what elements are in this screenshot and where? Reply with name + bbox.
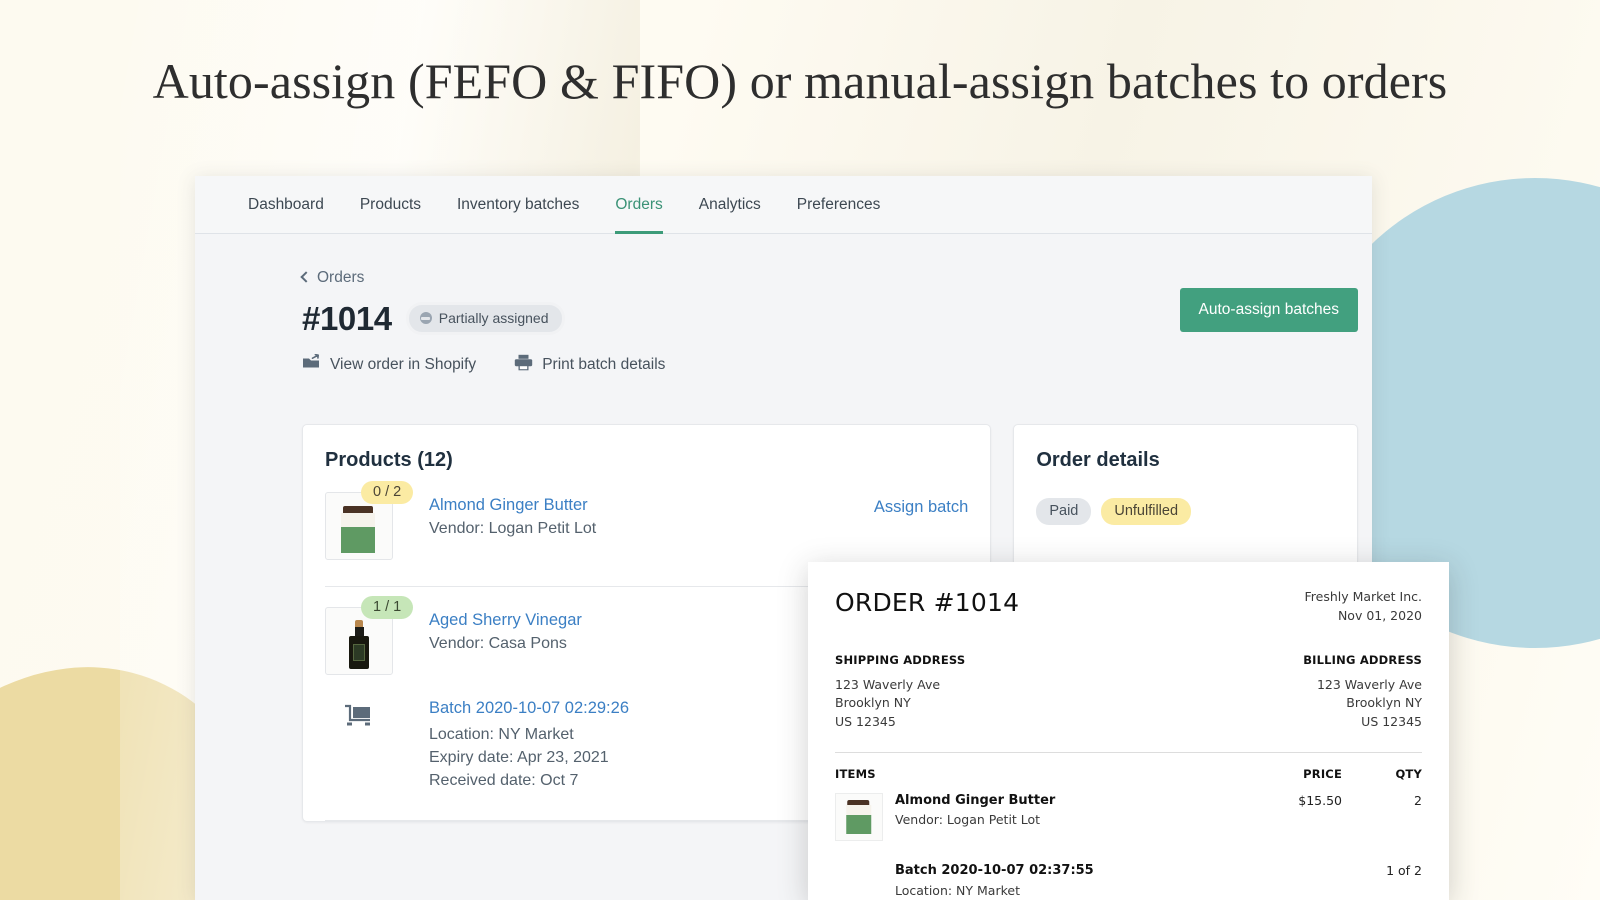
batch-info: Batch 2020-10-07 02:29:26 Location: NY M… <box>429 699 629 793</box>
page-title: #1014 <box>302 300 392 338</box>
invoice-batch-body: Batch 2020-10-07 02:37:55 Location: NY M… <box>895 863 1342 900</box>
tab-analytics[interactable]: Analytics <box>699 176 761 234</box>
invoice-batch-qty: 1 of 2 <box>1342 863 1422 900</box>
shipping-line-2: Brooklyn NY <box>835 694 965 713</box>
column-header-items: ITEMS <box>835 767 1237 781</box>
batch-expiry: Expiry date: Apr 23, 2021 <box>429 746 629 769</box>
shipping-line-3: US 12345 <box>835 713 965 732</box>
invoice-item-thumbnail <box>835 793 883 841</box>
invoice-item-name: Almond Ginger Butter <box>895 793 1237 808</box>
invoice-table-header: ITEMS PRICE QTY <box>835 767 1422 781</box>
breadcrumb-back-orders[interactable]: Orders <box>302 269 364 287</box>
jar-illustration <box>847 800 871 834</box>
shipping-address-block: SHIPPING ADDRESS 123 Waverly Ave Brookly… <box>835 653 965 732</box>
external-link-icon <box>302 354 321 376</box>
invoice-preview-panel: ORDER #1014 Freshly Market Inc. Nov 01, … <box>808 562 1449 900</box>
tab-label: Inventory batches <box>457 196 579 214</box>
bottle-illustration <box>349 620 369 669</box>
invoice-item-price: $15.50 <box>1237 793 1342 841</box>
invoice-batch-spacer <box>835 863 895 900</box>
tab-label: Products <box>360 196 421 214</box>
billing-line-2: Brooklyn NY <box>1303 694 1422 713</box>
billing-address-heading: BILLING ADDRESS <box>1303 653 1422 667</box>
invoice-batch-title: Batch 2020-10-07 02:37:55 <box>895 863 1342 878</box>
assign-batch-link[interactable]: Assign batch <box>874 498 968 517</box>
chevron-left-icon <box>300 271 311 282</box>
action-label: Print batch details <box>542 356 665 374</box>
invoice-title: ORDER #1014 <box>835 588 1019 617</box>
header-actions: View order in Shopify Print batch detail… <box>302 354 1372 376</box>
product-vendor: Vendor: Logan Petit Lot <box>429 520 596 538</box>
batch-received: Received date: Oct 7 <box>429 769 629 792</box>
status-badge-paid: Paid <box>1036 498 1091 525</box>
invoice-company: Freshly Market Inc. <box>1304 588 1422 607</box>
invoice-date: Nov 01, 2020 <box>1304 607 1422 626</box>
main-navigation: Dashboard Products Inventory batches Ord… <box>195 176 1372 234</box>
product-thumbnail-wrap: 1 / 1 <box>325 607 393 675</box>
printer-icon <box>514 354 533 376</box>
shipping-address-heading: SHIPPING ADDRESS <box>835 653 965 667</box>
shipping-line-1: 123 Waverly Ave <box>835 676 965 695</box>
tab-orders[interactable]: Orders <box>615 176 662 234</box>
products-card-title: Products (12) <box>303 425 990 472</box>
product-info: Aged Sherry Vinegar Vendor: Casa Pons <box>429 607 582 653</box>
tab-dashboard[interactable]: Dashboard <box>248 176 324 234</box>
view-order-in-shopify-action[interactable]: View order in Shopify <box>302 354 476 376</box>
billing-address-body: 123 Waverly Ave Brooklyn NY US 12345 <box>1303 676 1422 732</box>
batch-title-link[interactable]: Batch 2020-10-07 02:29:26 <box>429 699 629 718</box>
invoice-item-body: Almond Ginger Butter Vendor: Logan Petit… <box>895 793 1237 841</box>
order-details-title: Order details <box>1014 425 1357 472</box>
tab-label: Dashboard <box>248 196 324 214</box>
invoice-header: ORDER #1014 Freshly Market Inc. Nov 01, … <box>835 588 1422 626</box>
product-row: 0 / 2 Almond Ginger Butter Vendor: Logan… <box>303 472 990 560</box>
cart-icon <box>325 699 393 727</box>
tab-label: Preferences <box>797 196 881 214</box>
invoice-batch-row: Batch 2020-10-07 02:37:55 Location: NY M… <box>835 863 1422 900</box>
shipping-address-body: 123 Waverly Ave Brooklyn NY US 12345 <box>835 676 965 732</box>
auto-assign-batches-button[interactable]: Auto-assign batches <box>1180 288 1358 332</box>
invoice-batch-location: Location: NY Market <box>895 881 1342 900</box>
status-badge-label: Partially assigned <box>439 310 549 326</box>
batch-location: Location: NY Market <box>429 723 629 746</box>
tab-inventory-batches[interactable]: Inventory batches <box>457 176 579 234</box>
order-status-pills: Paid Unfulfilled <box>1014 472 1357 525</box>
column-header-qty: QTY <box>1342 767 1422 781</box>
tab-label: Orders <box>615 196 662 214</box>
billing-address-block: BILLING ADDRESS 123 Waverly Ave Brooklyn… <box>1303 653 1422 732</box>
product-qty-pill: 0 / 2 <box>361 481 413 504</box>
tab-label: Analytics <box>699 196 761 214</box>
invoice-meta: Freshly Market Inc. Nov 01, 2020 <box>1304 588 1422 626</box>
billing-line-3: US 12345 <box>1303 713 1422 732</box>
invoice-item-row: Almond Ginger Butter Vendor: Logan Petit… <box>835 793 1422 841</box>
breadcrumb-label: Orders <box>317 269 364 287</box>
action-label: View order in Shopify <box>330 356 476 374</box>
page-headline: Auto-assign (FEFO & FIFO) or manual-assi… <box>0 52 1600 110</box>
invoice-item-qty: 2 <box>1342 793 1422 841</box>
page-header: Orders #1014 Partially assigned View ord… <box>195 234 1372 376</box>
invoice-addresses: SHIPPING ADDRESS 123 Waverly Ave Brookly… <box>835 653 1422 732</box>
product-vendor: Vendor: Casa Pons <box>429 635 582 653</box>
jar-illustration <box>343 506 375 553</box>
invoice-divider <box>835 752 1422 753</box>
product-info: Almond Ginger Butter Vendor: Logan Petit… <box>429 492 596 538</box>
print-batch-details-action[interactable]: Print batch details <box>514 354 665 376</box>
invoice-item-vendor: Vendor: Logan Petit Lot <box>895 812 1237 827</box>
product-name-link[interactable]: Aged Sherry Vinegar <box>429 611 582 630</box>
product-name-link[interactable]: Almond Ginger Butter <box>429 496 596 515</box>
tab-preferences[interactable]: Preferences <box>797 176 881 234</box>
product-qty-pill: 1 / 1 <box>361 596 413 619</box>
product-thumbnail-wrap: 0 / 2 <box>325 492 393 560</box>
partial-status-icon <box>420 312 432 324</box>
status-badge: Partially assigned <box>409 305 562 332</box>
status-badge-unfulfilled: Unfulfilled <box>1101 498 1191 525</box>
column-header-price: PRICE <box>1237 767 1342 781</box>
tab-products[interactable]: Products <box>360 176 421 234</box>
billing-line-1: 123 Waverly Ave <box>1303 676 1422 695</box>
